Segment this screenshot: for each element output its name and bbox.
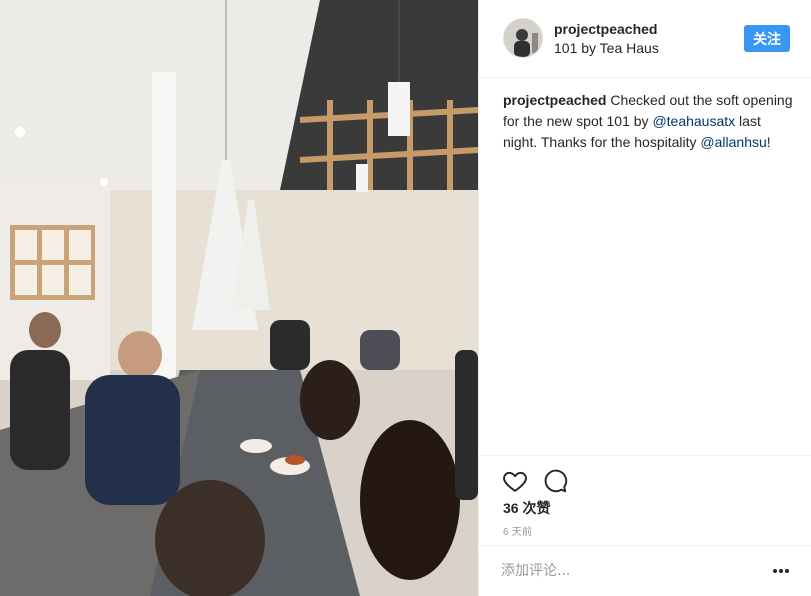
post-header: projectpeached 101 by Tea Haus 关注	[479, 0, 811, 78]
restaurant-photo-image	[0, 0, 478, 596]
avatar[interactable]	[503, 18, 543, 58]
post-photo[interactable]	[0, 0, 478, 596]
heart-outline-icon[interactable]	[502, 468, 528, 494]
post-timestamp: 6 天前	[503, 527, 533, 538]
follow-button[interactable]: 关注	[744, 25, 790, 52]
likes-count[interactable]: 36 次赞	[503, 498, 550, 518]
speech-bubble-icon[interactable]	[542, 468, 568, 494]
mention-link-allanhsu[interactable]: @allanhsu	[700, 134, 766, 150]
ellipsis-icon[interactable]	[771, 563, 791, 579]
avatar-image	[504, 19, 542, 57]
caption-text: !	[766, 134, 771, 150]
post-caption: projectpeached Checked out the soft open…	[503, 90, 798, 153]
username-link[interactable]: projectpeached	[554, 21, 657, 37]
post-sidebar: projectpeached 101 by Tea Haus 关注 projec…	[478, 0, 811, 596]
comment-input[interactable]	[501, 560, 741, 582]
mention-link-teahausatx[interactable]: @teahausatx	[652, 113, 735, 129]
location-link[interactable]: 101 by Tea Haus	[554, 40, 659, 56]
caption-username-link[interactable]: projectpeached	[503, 92, 606, 108]
comment-bar	[479, 545, 811, 596]
